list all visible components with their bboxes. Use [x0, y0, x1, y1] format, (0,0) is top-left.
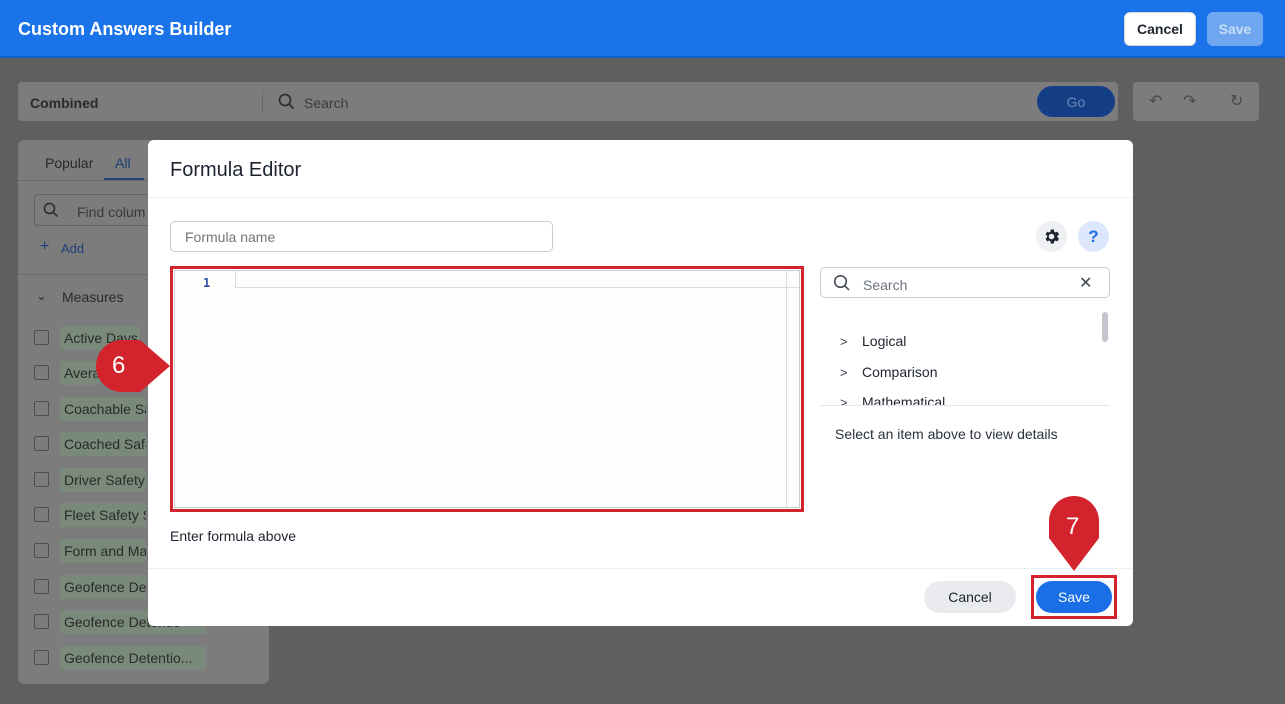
save-button[interactable]: Save	[1036, 581, 1112, 613]
chevron-right-icon: >	[840, 334, 848, 349]
category-label: Comparison	[862, 364, 938, 380]
checkbox[interactable]	[34, 650, 49, 665]
dialog-footer-divider	[148, 568, 1133, 569]
column-chip: Geofence De	[60, 575, 146, 599]
category-comparison[interactable]: > Comparison	[840, 364, 937, 380]
chevron-down-icon[interactable]: ⌄	[36, 288, 47, 304]
column-chip: Fleet Safety S	[60, 503, 146, 527]
step-6-marker	[96, 340, 170, 392]
formula-editor-highlight: 1	[170, 266, 804, 512]
app-header: Custom Answers Builder Cancel Save	[0, 0, 1285, 58]
column-chip: Coached Safe	[60, 432, 146, 456]
help-button[interactable]: ?	[1078, 221, 1109, 252]
tab-all[interactable]: All	[115, 155, 131, 171]
tab-popular[interactable]: Popular	[45, 155, 93, 171]
answer-search-bar: Combined Search Go	[18, 82, 1118, 121]
step-6-number: 6	[112, 352, 126, 379]
category-mathematical[interactable]: > Mathematical	[840, 394, 946, 406]
checkbox[interactable]	[34, 614, 49, 629]
searchbar-divider	[262, 90, 263, 113]
column-chip: Form and Ma	[60, 539, 146, 563]
formula-code-editor[interactable]: 1	[174, 270, 800, 508]
checkbox[interactable]	[34, 365, 49, 380]
chevron-right-icon: >	[840, 365, 848, 380]
redo-icon[interactable]: ↷	[1183, 91, 1196, 111]
dialog-title: Formula Editor	[170, 159, 302, 181]
search-icon	[833, 274, 850, 291]
checkbox[interactable]	[34, 543, 49, 558]
step-7-number: 7	[1066, 513, 1080, 540]
go-button[interactable]: Go	[1037, 86, 1115, 117]
function-search-placeholder: Search	[863, 277, 908, 293]
checkbox[interactable]	[34, 401, 49, 416]
column-chip: Geofence Detentio...	[60, 646, 206, 670]
active-line	[235, 287, 799, 288]
header-cancel-button[interactable]: Cancel	[1124, 12, 1196, 46]
function-details-placeholder: Select an item above to view details	[835, 426, 1058, 442]
checkbox[interactable]	[34, 472, 49, 487]
checkbox[interactable]	[34, 579, 49, 594]
add-column-link[interactable]: Add	[61, 241, 84, 256]
gutter-divider	[235, 271, 236, 287]
gear-icon	[1045, 229, 1060, 244]
cancel-button[interactable]: Cancel	[924, 581, 1016, 613]
header-save-button[interactable]: Save	[1207, 12, 1263, 46]
search-icon	[278, 93, 295, 110]
function-category-list: > Logical > Comparison > Mathematical	[820, 308, 1110, 406]
dialog-header-divider	[148, 197, 1133, 198]
column-chip: Coachable Sa	[60, 397, 146, 421]
undo-icon[interactable]: ↶	[1149, 91, 1162, 111]
chevron-right-icon: >	[840, 395, 848, 406]
list-scrollbar[interactable]	[1102, 312, 1108, 342]
plus-icon: +	[40, 238, 50, 255]
checkbox[interactable]	[34, 507, 49, 522]
editor-scrollbar[interactable]	[786, 271, 787, 507]
column-chip: Avera	[60, 361, 100, 385]
find-column-placeholder: Find colum	[77, 204, 146, 220]
formula-editor-dialog: Formula Editor ? 1 Enter formula above S…	[148, 140, 1133, 626]
category-label: Mathematical	[862, 394, 946, 406]
app-title: Custom Answers Builder	[18, 19, 232, 39]
reset-icon[interactable]: ↻	[1230, 91, 1243, 111]
category-logical[interactable]: > Logical	[840, 333, 906, 349]
category-label: Logical	[862, 333, 907, 349]
search-input[interactable]: Search	[304, 95, 348, 111]
close-icon[interactable]: ✕	[1079, 273, 1092, 293]
settings-button[interactable]	[1036, 221, 1067, 252]
data-source-selector[interactable]: Combined	[30, 95, 98, 111]
checkbox[interactable]	[34, 436, 49, 451]
function-search-input[interactable]: Search ✕	[820, 267, 1110, 298]
column-chip: Driver Safety S	[60, 468, 146, 492]
line-number: 1	[203, 276, 211, 290]
search-icon	[43, 202, 59, 218]
checkbox[interactable]	[34, 330, 49, 345]
history-controls: ↶ ↷ ↻	[1133, 82, 1259, 121]
formula-name-input[interactable]	[170, 221, 553, 252]
measures-section-header[interactable]: Measures	[62, 289, 123, 305]
formula-hint: Enter formula above	[170, 528, 297, 544]
